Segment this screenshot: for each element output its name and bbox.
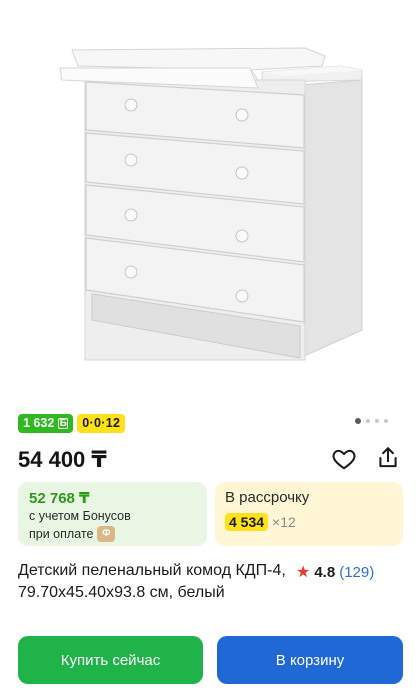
pager-dot[interactable] xyxy=(375,419,379,423)
product-price: 54 400 ₸ xyxy=(18,447,107,472)
bonus-badge: 1 632 Б xyxy=(18,414,74,433)
installment-months: ×12 xyxy=(272,514,296,530)
payment-icon: Ф xyxy=(97,526,116,542)
product-image[interactable] xyxy=(0,0,420,395)
bonus-price: 52 768 ₸ xyxy=(29,490,90,507)
product-title: Детский пеленальный комод КДП-4, 79.70x4… xyxy=(18,562,286,601)
bonus-caption-2: при оплате xyxy=(29,527,94,541)
bonus-caption-1: с учетом Бонусов xyxy=(29,509,131,523)
badges-row: 1 632 Б 0·0·12 xyxy=(18,414,126,433)
installment-title: В рассрочку xyxy=(225,489,310,506)
bonus-price-card[interactable]: 52 768 ₸ с учетом Бонусов при оплате Ф xyxy=(18,482,207,546)
add-to-cart-button[interactable]: В корзину xyxy=(217,636,403,684)
pager-dot[interactable] xyxy=(366,419,370,423)
installment-row: 4 534 ×12 xyxy=(225,513,296,531)
image-pager[interactable] xyxy=(355,418,388,424)
dresser-illustration xyxy=(59,47,363,361)
rating-value: 4.8 xyxy=(314,563,336,581)
installment-amount: 4 534 xyxy=(225,513,269,531)
bonus-icon: Б xyxy=(58,418,69,429)
bonus-badge-value: 1 632 xyxy=(23,416,55,430)
star-icon: ★ xyxy=(296,564,311,581)
installment-card[interactable]: В рассрочку 4 534 ×12 xyxy=(215,482,403,546)
reviews-count-link[interactable]: (129) xyxy=(339,564,374,581)
installment-badge: 0·0·12 xyxy=(77,414,126,433)
buy-now-button[interactable]: Купить сейчас xyxy=(18,636,203,684)
share-icon[interactable] xyxy=(375,445,401,471)
pager-dot[interactable] xyxy=(355,418,361,424)
pager-dot[interactable] xyxy=(384,419,388,423)
bonus-caption-2-row: при оплате Ф xyxy=(29,526,116,542)
heart-icon[interactable] xyxy=(331,446,357,472)
rating[interactable]: ★ 4.8 (129) xyxy=(296,562,374,582)
